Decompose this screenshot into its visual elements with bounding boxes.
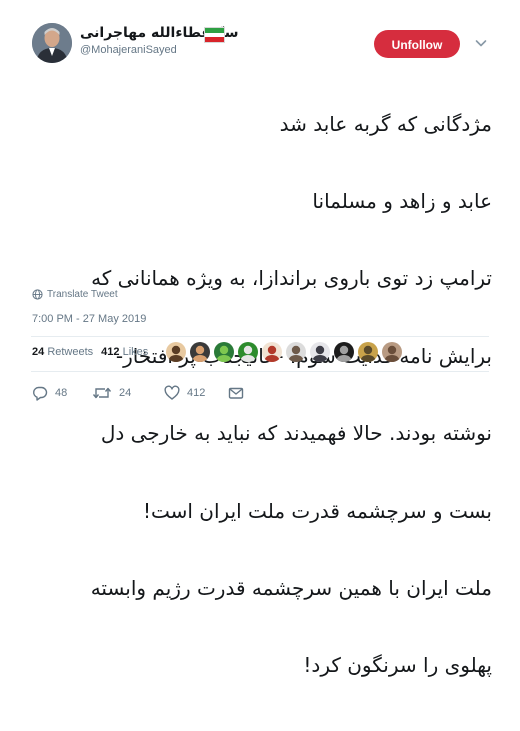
liker-avatar[interactable] <box>214 342 234 362</box>
translate-tweet-link[interactable]: Translate Tweet <box>32 289 118 300</box>
unfollow-button[interactable]: Unfollow <box>374 30 460 58</box>
like-button[interactable]: 412 <box>164 385 205 401</box>
like-count: 412 <box>187 387 206 399</box>
message-icon <box>228 387 244 399</box>
avatar[interactable] <box>32 23 72 63</box>
tweet-line: ملت ایران با همین سرچشمه قدرت رژیم وابست… <box>90 575 492 600</box>
iran-flag-icon <box>204 27 225 43</box>
liker-avatar[interactable] <box>238 342 258 362</box>
translate-label: Translate Tweet <box>47 289 118 300</box>
retweet-button[interactable]: 24 <box>92 385 131 401</box>
retweet-count: 24 <box>119 387 132 399</box>
tweet-stats: 24 Retweets 412 Likes <box>32 346 148 358</box>
divider <box>31 371 489 372</box>
tweet-line: بست و سرچشمه قدرت ملت ایران است! <box>142 498 492 523</box>
tweet-line: عابد و زاهد و مسلمانا <box>312 188 492 213</box>
liker-avatar[interactable] <box>286 342 306 362</box>
retweet-icon <box>92 387 112 399</box>
divider <box>31 336 489 337</box>
liker-avatar[interactable] <box>334 342 354 362</box>
retweets-label: Retweets <box>47 346 94 358</box>
tweet-line: مژدگانی که گربه عابد شد <box>279 111 492 136</box>
like-icon <box>164 385 180 400</box>
liker-avatar[interactable] <box>166 342 186 362</box>
liker-avatar[interactable] <box>358 342 378 362</box>
tweet-card: سیّدعطاءالله مهاجرانی @MohajeraniSayed U… <box>0 0 520 677</box>
likes-label: Likes <box>122 346 149 358</box>
reply-button[interactable]: 48 <box>32 385 67 401</box>
likers-avatars <box>166 342 402 362</box>
retweets-count: 24 <box>32 346 45 358</box>
tweet-timestamp[interactable]: 7:00 PM - 27 May 2019 <box>32 313 146 325</box>
liker-avatar[interactable] <box>382 342 402 362</box>
likes-count: 412 <box>101 346 120 358</box>
liker-avatar[interactable] <box>190 342 210 362</box>
reply-count: 48 <box>55 387 68 399</box>
message-button[interactable] <box>228 385 244 401</box>
liker-avatar[interactable] <box>310 342 330 362</box>
liker-avatar[interactable] <box>262 342 282 362</box>
likes-stat[interactable]: 412 Likes <box>101 346 148 358</box>
reply-icon <box>33 386 48 401</box>
tweet-line: نوشته بودند. حالا فهمیدند که نباید به خا… <box>100 421 492 446</box>
tweet-line: پهلوی را سرنگون کرد! <box>303 653 492 678</box>
user-handle[interactable]: @MohajeraniSayed <box>80 44 177 56</box>
caret-down-icon[interactable] <box>474 35 488 49</box>
globe-icon <box>32 289 43 300</box>
retweets-stat[interactable]: 24 Retweets <box>32 346 93 358</box>
